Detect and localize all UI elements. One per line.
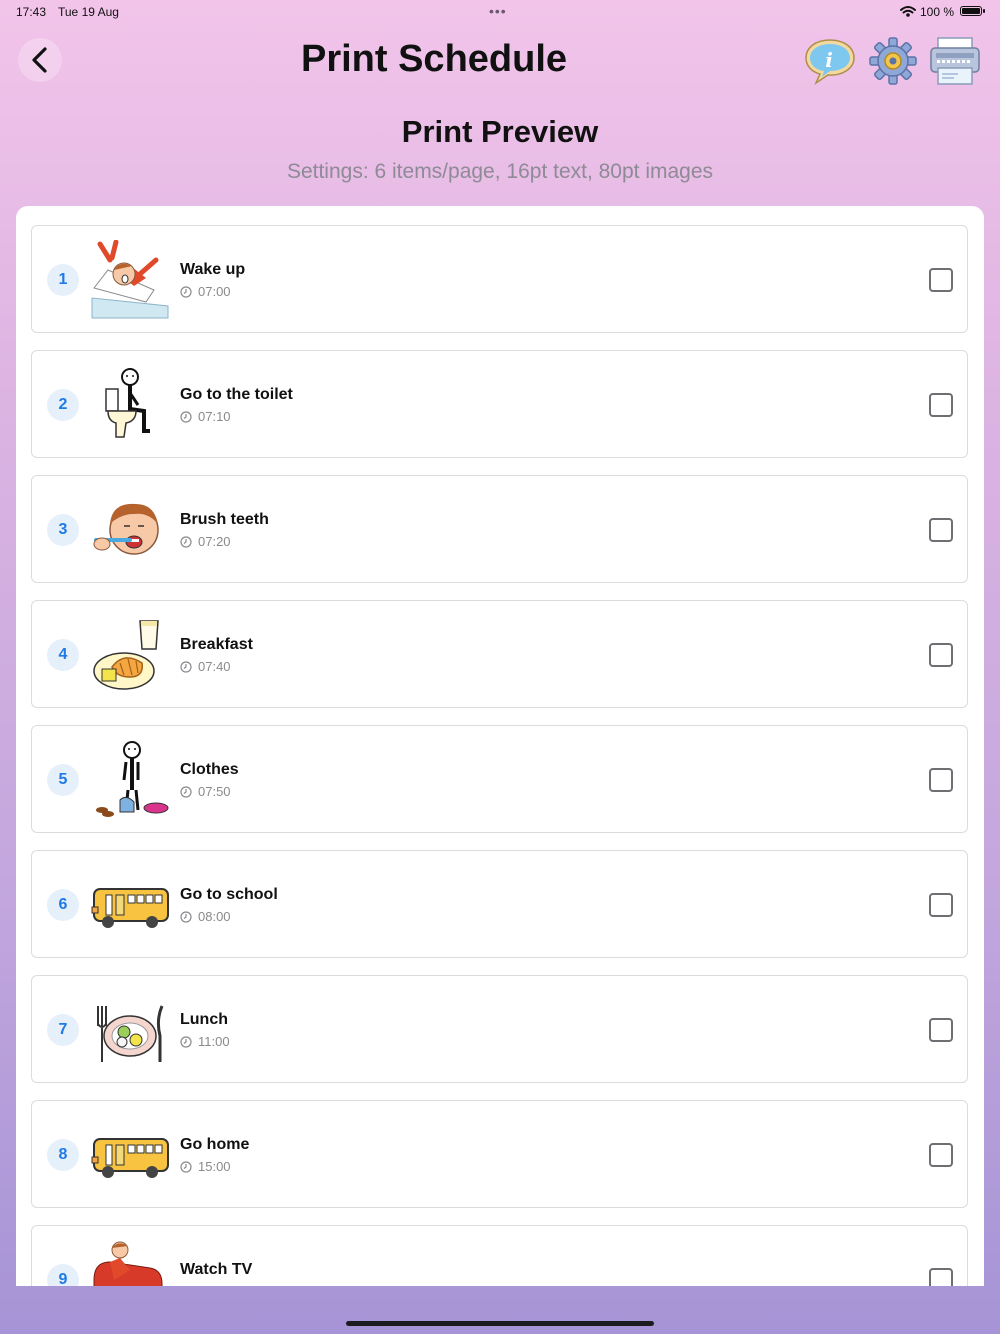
gear-icon [869, 37, 917, 85]
row-time: 07:20 [198, 534, 231, 549]
row-checkbox[interactable] [929, 518, 953, 542]
preview-title: Print Preview [401, 114, 599, 149]
status-time: 17:43 [16, 5, 47, 19]
row-checkbox[interactable] [929, 268, 953, 292]
schedule-row[interactable]: 3 Brush teeth 07:20 [31, 475, 968, 583]
row-time: 07:50 [198, 784, 231, 799]
row-title: Lunch [180, 1011, 228, 1028]
row-time: 07:40 [198, 659, 231, 674]
battery-percent: 100 % [920, 5, 955, 19]
row-time: 07:10 [198, 409, 231, 424]
row-title: Breakfast [180, 636, 253, 653]
row-number-badge: 5 [47, 764, 79, 796]
brush-teeth-icon [93, 503, 159, 555]
row-number-badge: 1 [47, 264, 79, 296]
svg-text:i: i [825, 48, 833, 72]
status-date: Tue 19 Aug [58, 5, 119, 19]
lunch-plate-icon [97, 1005, 164, 1062]
schedule-row[interactable]: 2 Go to the toilet 07:10 [31, 350, 968, 458]
row-title: Wake up [180, 261, 246, 278]
row-number-badge: 4 [47, 639, 79, 671]
row-title: Watch TV [180, 1261, 253, 1278]
preview-panel[interactable]: 1 Wake up 07:00 2 Go to the toilet 07:10… [16, 206, 984, 1286]
home-indicator[interactable] [346, 1321, 654, 1326]
info-button[interactable]: i [803, 36, 857, 86]
row-title: Go to the toilet [180, 386, 293, 403]
clock-icon [180, 911, 192, 923]
toilet-icon [105, 368, 150, 438]
school-bus-icon [91, 888, 169, 928]
row-checkbox[interactable] [929, 1143, 953, 1167]
breakfast-icon [93, 620, 159, 690]
row-number-badge: 7 [47, 1014, 79, 1046]
print-button[interactable] [928, 36, 982, 86]
row-title: Go home [180, 1136, 250, 1153]
row-title: Go to school [180, 886, 278, 903]
schedule-row[interactable]: 7 Lunch 11:00 [31, 975, 968, 1083]
printer-icon [930, 37, 980, 85]
row-time: 08:00 [198, 909, 231, 924]
row-time: 15:00 [198, 1159, 231, 1174]
row-checkbox[interactable] [929, 768, 953, 792]
row-number-badge: 9 [47, 1264, 79, 1286]
multitasking-dots[interactable]: ••• [489, 3, 507, 19]
preview-settings-text: Settings: 6 items/page, 16pt text, 80pt … [286, 160, 714, 183]
schedule-row[interactable]: 5 Clothes 07:50 [31, 725, 968, 833]
row-number-badge: 8 [47, 1139, 79, 1171]
row-checkbox[interactable] [929, 893, 953, 917]
clock-icon [180, 286, 192, 298]
page-title: Print Schedule [300, 38, 568, 80]
schedule-row[interactable]: 4 Breakfast 07:40 [31, 600, 968, 708]
row-title: Brush teeth [180, 511, 269, 528]
wifi-icon [900, 6, 916, 17]
info-speech-bubble-icon: i [805, 39, 855, 86]
battery-icon [960, 6, 985, 16]
schedule-row[interactable]: 8 Go home 15:00 [31, 1100, 968, 1208]
row-checkbox[interactable] [929, 1268, 953, 1286]
wake-up-icon [91, 240, 169, 319]
schedule-row[interactable]: 9 Watch TV [31, 1225, 968, 1286]
clothes-icon [96, 741, 169, 817]
clock-icon [180, 786, 192, 798]
row-time: 11:00 [198, 1034, 230, 1049]
row-checkbox[interactable] [929, 643, 953, 667]
row-time: 07:00 [198, 284, 231, 299]
row-title: Clothes [180, 761, 239, 778]
clock-icon [180, 411, 192, 423]
row-number-badge: 6 [47, 889, 79, 921]
row-number-badge: 3 [47, 514, 79, 546]
clock-icon [180, 661, 192, 673]
watch-tv-icon [93, 1241, 163, 1286]
row-number-badge: 2 [47, 389, 79, 421]
schedule-row[interactable]: 6 Go to school 08:00 [31, 850, 968, 958]
settings-button[interactable] [866, 36, 920, 86]
school-bus-icon [91, 1138, 169, 1178]
row-checkbox[interactable] [929, 393, 953, 417]
status-bar: 17:43 Tue 19 Aug ••• 100 % [0, 0, 1000, 24]
clock-icon [180, 1036, 192, 1048]
clock-icon [180, 1161, 192, 1173]
schedule-row[interactable]: 1 Wake up 07:00 [31, 225, 968, 333]
clock-icon [180, 536, 192, 548]
row-checkbox[interactable] [929, 1018, 953, 1042]
